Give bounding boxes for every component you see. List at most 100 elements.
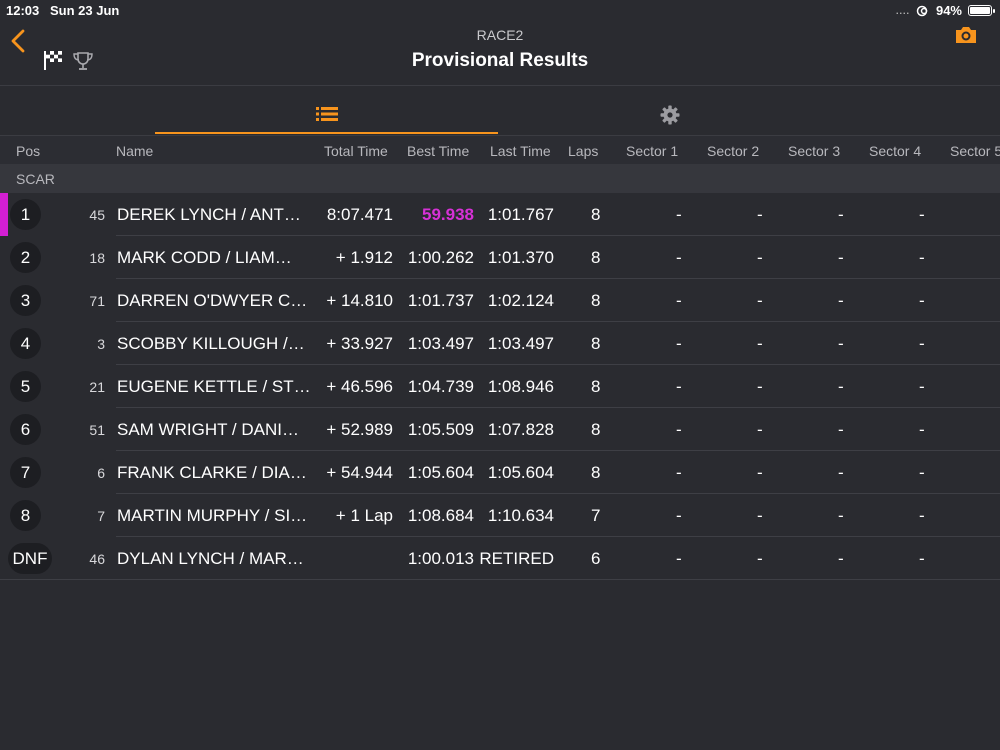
race-subtitle: RACE2: [476, 27, 524, 43]
col-sector-2[interactable]: Sector 2: [707, 143, 759, 159]
sector-4: -: [919, 377, 925, 396]
last-time: RETIRED: [479, 549, 554, 568]
sector-4: -: [919, 334, 925, 353]
driver-name: EUGENE KETTLE / ST…: [117, 377, 311, 396]
position-badge: 3: [10, 285, 41, 316]
laps: 8: [591, 420, 601, 439]
sector-1: -: [676, 506, 682, 525]
sector-2: -: [757, 420, 763, 439]
total-time: + 14.810: [326, 291, 393, 310]
col-sector-4[interactable]: Sector 4: [869, 143, 921, 159]
last-time: 1:02.124: [487, 291, 554, 310]
battery-icon: [968, 5, 995, 16]
sector-3: -: [838, 506, 844, 525]
position-badge: 1: [10, 199, 41, 230]
best-time: 1:00.262: [407, 248, 474, 267]
result-row[interactable]: 6 51 SAM WRIGHT / DANI… + 52.989 1:05.50…: [0, 408, 1000, 451]
position-badge: 5: [10, 371, 41, 402]
sector-2: -: [757, 549, 763, 568]
list-icon: [315, 107, 338, 121]
total-time: + 52.989: [326, 420, 393, 439]
car-number: 7: [97, 508, 105, 524]
signal-icon: ....: [895, 5, 910, 16]
sector-1: -: [676, 248, 682, 267]
sector-3: -: [838, 291, 844, 310]
sector-3: -: [838, 334, 844, 353]
sector-1: -: [676, 463, 682, 482]
camera-icon[interactable]: [954, 25, 978, 45]
position-badge: 4: [10, 328, 41, 359]
sector-4: -: [919, 463, 925, 482]
laps: 8: [591, 463, 601, 482]
sector-4: -: [919, 205, 925, 224]
sector-2: -: [757, 463, 763, 482]
col-pos[interactable]: Pos: [16, 143, 40, 159]
sector-2: -: [757, 377, 763, 396]
total-time: + 1 Lap: [335, 506, 393, 525]
sector-3: -: [838, 463, 844, 482]
sector-3: -: [838, 420, 844, 439]
col-sector-5[interactable]: Sector 5: [950, 143, 1000, 159]
laps: 8: [591, 377, 601, 396]
position-badge: 8: [10, 500, 41, 531]
driver-name: DYLAN LYNCH / MAR…: [117, 549, 304, 568]
driver-name: SCOBBY KILLOUGH /…: [117, 334, 305, 353]
sector-1: -: [676, 549, 682, 568]
driver-name: SAM WRIGHT / DANI…: [117, 420, 299, 439]
laps: 8: [591, 248, 601, 267]
col-total-time[interactable]: Total Time: [324, 143, 388, 159]
status-bar: 12:03 Sun 23 Jun .... 94%: [0, 0, 1000, 20]
tab-bar: [0, 96, 1000, 134]
sector-1: -: [676, 291, 682, 310]
results-column-header: Pos Name Total Time Best Time Last Time …: [0, 135, 1000, 164]
laps: 7: [591, 506, 601, 525]
last-time: 1:10.634: [487, 506, 554, 525]
col-laps[interactable]: Laps: [568, 143, 598, 159]
total-time: + 46.596: [326, 377, 393, 396]
car-number: 46: [89, 551, 105, 567]
best-time: 1:03.497: [407, 334, 474, 353]
result-row[interactable]: 2 18 MARK CODD / LIAM… + 1.912 1:00.262 …: [0, 236, 1000, 279]
position-badge: DNF: [8, 543, 52, 574]
status-right: .... 94%: [895, 3, 995, 18]
total-time: + 54.944: [326, 463, 393, 482]
col-last-time[interactable]: Last Time: [490, 143, 551, 159]
last-time: 1:03.497: [487, 334, 554, 353]
result-row[interactable]: 4 3 SCOBBY KILLOUGH /… + 33.927 1:03.497…: [0, 322, 1000, 365]
result-row[interactable]: 7 6 FRANK CLARKE / DIA… + 54.944 1:05.60…: [0, 451, 1000, 494]
col-best-time[interactable]: Best Time: [407, 143, 469, 159]
position-badge: 6: [10, 414, 41, 445]
col-sector-1[interactable]: Sector 1: [626, 143, 678, 159]
col-name[interactable]: Name: [116, 143, 153, 159]
total-time: + 1.912: [335, 248, 393, 267]
result-row[interactable]: 1 45 DEREK LYNCH / ANT… 8:07.471 59.938 …: [0, 193, 1000, 236]
status-date: Sun 23 Jun: [50, 3, 120, 18]
gear-icon: [660, 105, 679, 125]
best-time: 1:08.684: [407, 506, 474, 525]
tab-results-list[interactable]: [155, 96, 498, 134]
wifi-icon: [916, 5, 928, 16]
last-time: 1:01.767: [487, 205, 554, 224]
best-time: 1:05.509: [407, 420, 474, 439]
last-time: 1:08.946: [487, 377, 554, 396]
result-row[interactable]: 3 71 DARREN O'DWYER C… + 14.810 1:01.737…: [0, 279, 1000, 322]
result-row[interactable]: DNF 46 DYLAN LYNCH / MAR… 1:00.013 RETIR…: [0, 537, 1000, 580]
col-sector-3[interactable]: Sector 3: [788, 143, 840, 159]
sector-2: -: [757, 506, 763, 525]
sector-2: -: [757, 248, 763, 267]
sector-4: -: [919, 420, 925, 439]
laps: 8: [591, 205, 601, 224]
result-row[interactable]: 5 21 EUGENE KETTLE / ST… + 46.596 1:04.7…: [0, 365, 1000, 408]
best-time: 1:00.013: [407, 549, 474, 568]
driver-name: DEREK LYNCH / ANT…: [117, 205, 301, 224]
result-row[interactable]: 8 7 MARTIN MURPHY / SI… + 1 Lap 1:08.684…: [0, 494, 1000, 537]
tab-settings[interactable]: [498, 96, 841, 134]
best-time: 1:05.604: [407, 463, 474, 482]
laps: 8: [591, 334, 601, 353]
last-time: 1:05.604: [487, 463, 554, 482]
sector-1: -: [676, 205, 682, 224]
driver-name: DARREN O'DWYER C…: [117, 291, 308, 310]
sector-3: -: [838, 205, 844, 224]
sector-4: -: [919, 549, 925, 568]
sector-3: -: [838, 377, 844, 396]
